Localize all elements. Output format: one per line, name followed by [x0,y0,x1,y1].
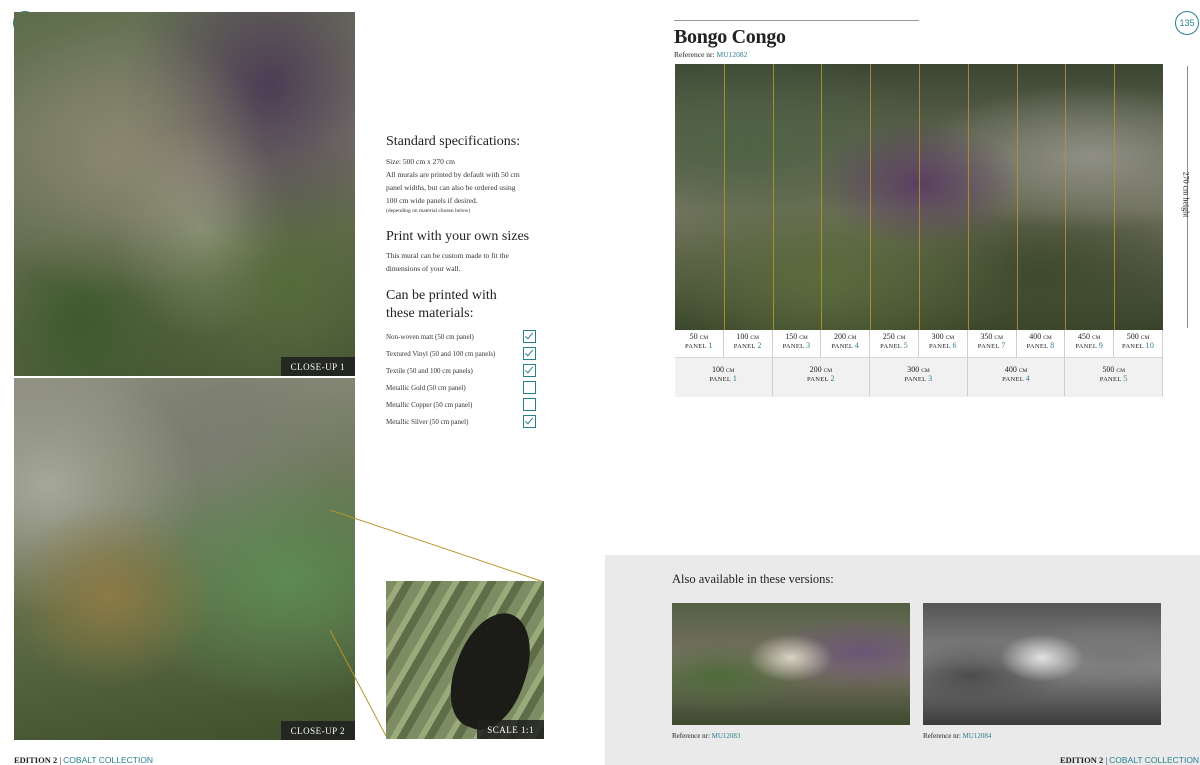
panel-cell: 100 CM PANEL 1 [675,357,773,396]
panel-size-table: 50 CM PANEL 1 100 CM PANEL 2 150 CM PANEL 3 20… [675,330,1163,397]
material-item: Metallic Copper (50 cm panel) [386,396,536,413]
panel-cell: 200 CM PANEL 4 [821,330,871,357]
specs-note: (depending on material chosen below) [386,208,471,214]
material-checkbox[interactable] [523,415,536,428]
version-1-reference: Reference nr: MU12083 [672,732,741,740]
materials-heading-2: these materials: [386,306,474,321]
product-title: Bongo Congo [674,26,786,48]
panel-cell: 400 CM PANEL 8 [1017,330,1066,357]
panel-divider [1016,64,1018,330]
title-rule [674,20,919,21]
mural-image [675,64,1163,330]
panel-cell: 450 CM PANEL 9 [1065,330,1115,357]
scale-image: SCALE 1:1 [386,581,544,739]
panel-cell: 400 CM PANEL 4 [968,357,1066,396]
material-item: Non-woven matt (50 cm panel) [386,328,536,345]
custom-line-1: This mural can be custom made to fit the [386,251,509,260]
panel-divider [1114,64,1116,330]
panel-divider [870,64,872,330]
panel-divider [821,64,823,330]
height-label: 270 cm height [1181,171,1191,218]
footer-right: EDITION 2 | COBALT COLLECTION [1060,755,1200,765]
material-item: Metallic Gold (50 cm panel) [386,379,536,396]
version-1-image[interactable] [672,603,910,725]
panel-cell: 500 CM PANEL 10 [1114,330,1163,357]
panel-cell: 250 CM PANEL 5 [870,330,919,357]
panel-cell: 100 CM PANEL 2 [724,330,773,357]
panel-divider [723,64,725,330]
product-reference: Reference nr: MU12082 [674,50,748,59]
panel-cell: 200 CM PANEL 2 [773,357,871,396]
material-item: Textured Vinyl (50 and 100 cm panels) [386,345,536,362]
material-checkbox[interactable] [523,364,536,377]
closeup-1-caption: CLOSE-UP 1 [280,357,355,376]
panel-cell: 300 CM PANEL 6 [919,330,968,357]
panel-cell: 300 CM PANEL 3 [870,357,968,396]
closeup-1-image: CLOSE-UP 1 [14,12,355,376]
material-checkbox[interactable] [523,330,536,343]
materials-heading-1: Can be printed with [386,288,497,303]
footer-left: EDITION 2 | COBALT COLLECTION [14,755,154,765]
material-item: Textile (50 and 100 cm panels) [386,362,536,379]
panel-cell: 500 CM PANEL 5 [1065,357,1163,396]
material-checkbox[interactable] [523,381,536,394]
beetle-detail [437,602,544,739]
material-checkbox[interactable] [523,398,536,411]
panel-divider [967,64,969,330]
custom-heading: Print with your own sizes [386,229,530,244]
panel-divider [919,64,920,330]
custom-line-2: dimensions of your wall. [386,264,461,273]
panel-cell: 350 CM PANEL 7 [968,330,1017,357]
specs-line-2: panel widths, but can also be ordered us… [386,183,516,192]
page-number-right: 135 [1175,11,1199,35]
scale-caption: SCALE 1:1 [477,720,544,739]
specs-heading: Standard specifications: [386,134,521,149]
versions-section: Also available in these versions: Refere… [605,555,1200,765]
version-2-image[interactable] [923,603,1161,725]
materials-list: Non-woven matt (50 cm panel) Textured Vi… [386,328,536,430]
panel-divider [1065,64,1067,330]
panel-cell: 150 CM PANEL 3 [773,330,822,357]
version-2-reference: Reference nr: MU12084 [923,732,992,740]
specs-size: Size: 500 cm x 270 cm [386,157,455,166]
specs-line-1: All murals are printed by default with 5… [386,170,520,179]
material-item: Metallic Silver (50 cm panel) [386,413,536,430]
panel-cell: 50 CM PANEL 1 [675,330,724,357]
versions-heading: Also available in these versions: [672,572,834,586]
material-checkbox[interactable] [523,347,536,360]
panel-divider [772,64,774,330]
specs-line-3: 100 cm wide panels if desired. [386,196,478,205]
specifications-block: Standard specifications: Size: 500 cm x … [386,133,536,430]
